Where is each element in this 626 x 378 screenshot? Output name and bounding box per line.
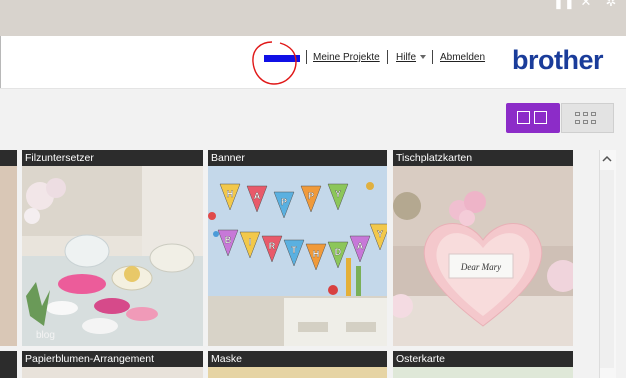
large-tile-icon [534,111,547,124]
annotation-circle [252,41,297,85]
close-icon[interactable]: ✕ [578,0,594,10]
project-card-tischplatzkarten[interactable]: Tischplatzkarten Dear Mary [393,150,573,346]
bunting-letter: A [357,241,364,251]
card-image-mask [208,367,387,378]
card-image-easter-card [393,367,573,378]
card-title: Papierblumen-Arrangement [22,351,203,367]
large-tile-icon [517,111,530,124]
settings-icon[interactable]: ✲ [603,0,619,10]
bunting-letter: P [281,197,287,207]
bunting-letter: D [335,247,342,257]
bunting-letter: A [254,191,261,201]
nav-meine-projekte-link[interactable]: Meine Projekte [313,52,380,64]
grid-dot-icon [575,120,580,124]
bunting-letter: P [308,191,314,201]
bunting-letter: I [249,237,252,247]
bunting-letter: T [291,245,297,255]
nav-abmelden-link[interactable]: Abmelden [440,52,485,64]
card-title: Osterkarte [393,351,573,367]
partial-project-card[interactable] [0,150,17,346]
nav-separator [306,50,307,64]
card-image-coasters: blog [22,166,203,346]
grid-dot-icon [575,112,580,116]
place-card-text: Dear Mary [460,262,501,272]
project-card-filzuntersetzer[interactable]: Filzuntersetzer blog [22,150,203,346]
card-image-place-card: Dear Mary [393,166,573,346]
bunting-letter: Y [335,189,341,199]
bunting-letter: Y [377,229,383,239]
project-card-papierblumen[interactable]: Papierblumen-Arrangement [22,351,203,378]
large-view-button[interactable] [506,103,560,133]
grid-dot-icon [591,120,596,124]
grid-view-button[interactable] [561,103,614,133]
scroll-up-arrow-icon[interactable] [599,150,615,168]
scrollbar-thumb[interactable] [600,170,614,368]
partial-project-card[interactable] [0,351,17,378]
card-image-paper-flowers [22,367,203,378]
grid-dot-icon [583,112,588,116]
card-image-banner: H A P P Y B I R T H D A Y [208,166,387,346]
hilfe-dropdown-caret-icon[interactable] [420,55,426,59]
bunting-letter: H [313,249,320,259]
nav-hilfe-link[interactable]: Hilfe [396,52,416,64]
card-title: Tischplatzkarten [393,150,573,166]
card-title: Maske [208,351,387,367]
card-title: Filzuntersetzer [22,150,203,166]
window-titlebar: ❚❚ ✕ ✲ [0,0,626,36]
project-card-maske[interactable]: Maske [208,351,387,378]
bunting-letter: R [269,241,276,251]
project-card-osterkarte[interactable]: Osterkarte [393,351,573,378]
brand-logo: brother [512,45,604,75]
pause-icon[interactable]: ❚❚ [553,0,575,10]
nav-separator [432,50,433,64]
nav-separator [387,50,388,64]
blog-watermark: blog [36,330,55,341]
card-title: Banner [208,150,387,166]
bunting-letter: B [225,235,232,245]
bunting-letter: H [227,189,234,199]
grid-dot-icon [583,120,588,124]
project-card-banner[interactable]: Banner H A P P Y B I R T H D A Y [208,150,387,346]
grid-dot-icon [591,112,596,116]
